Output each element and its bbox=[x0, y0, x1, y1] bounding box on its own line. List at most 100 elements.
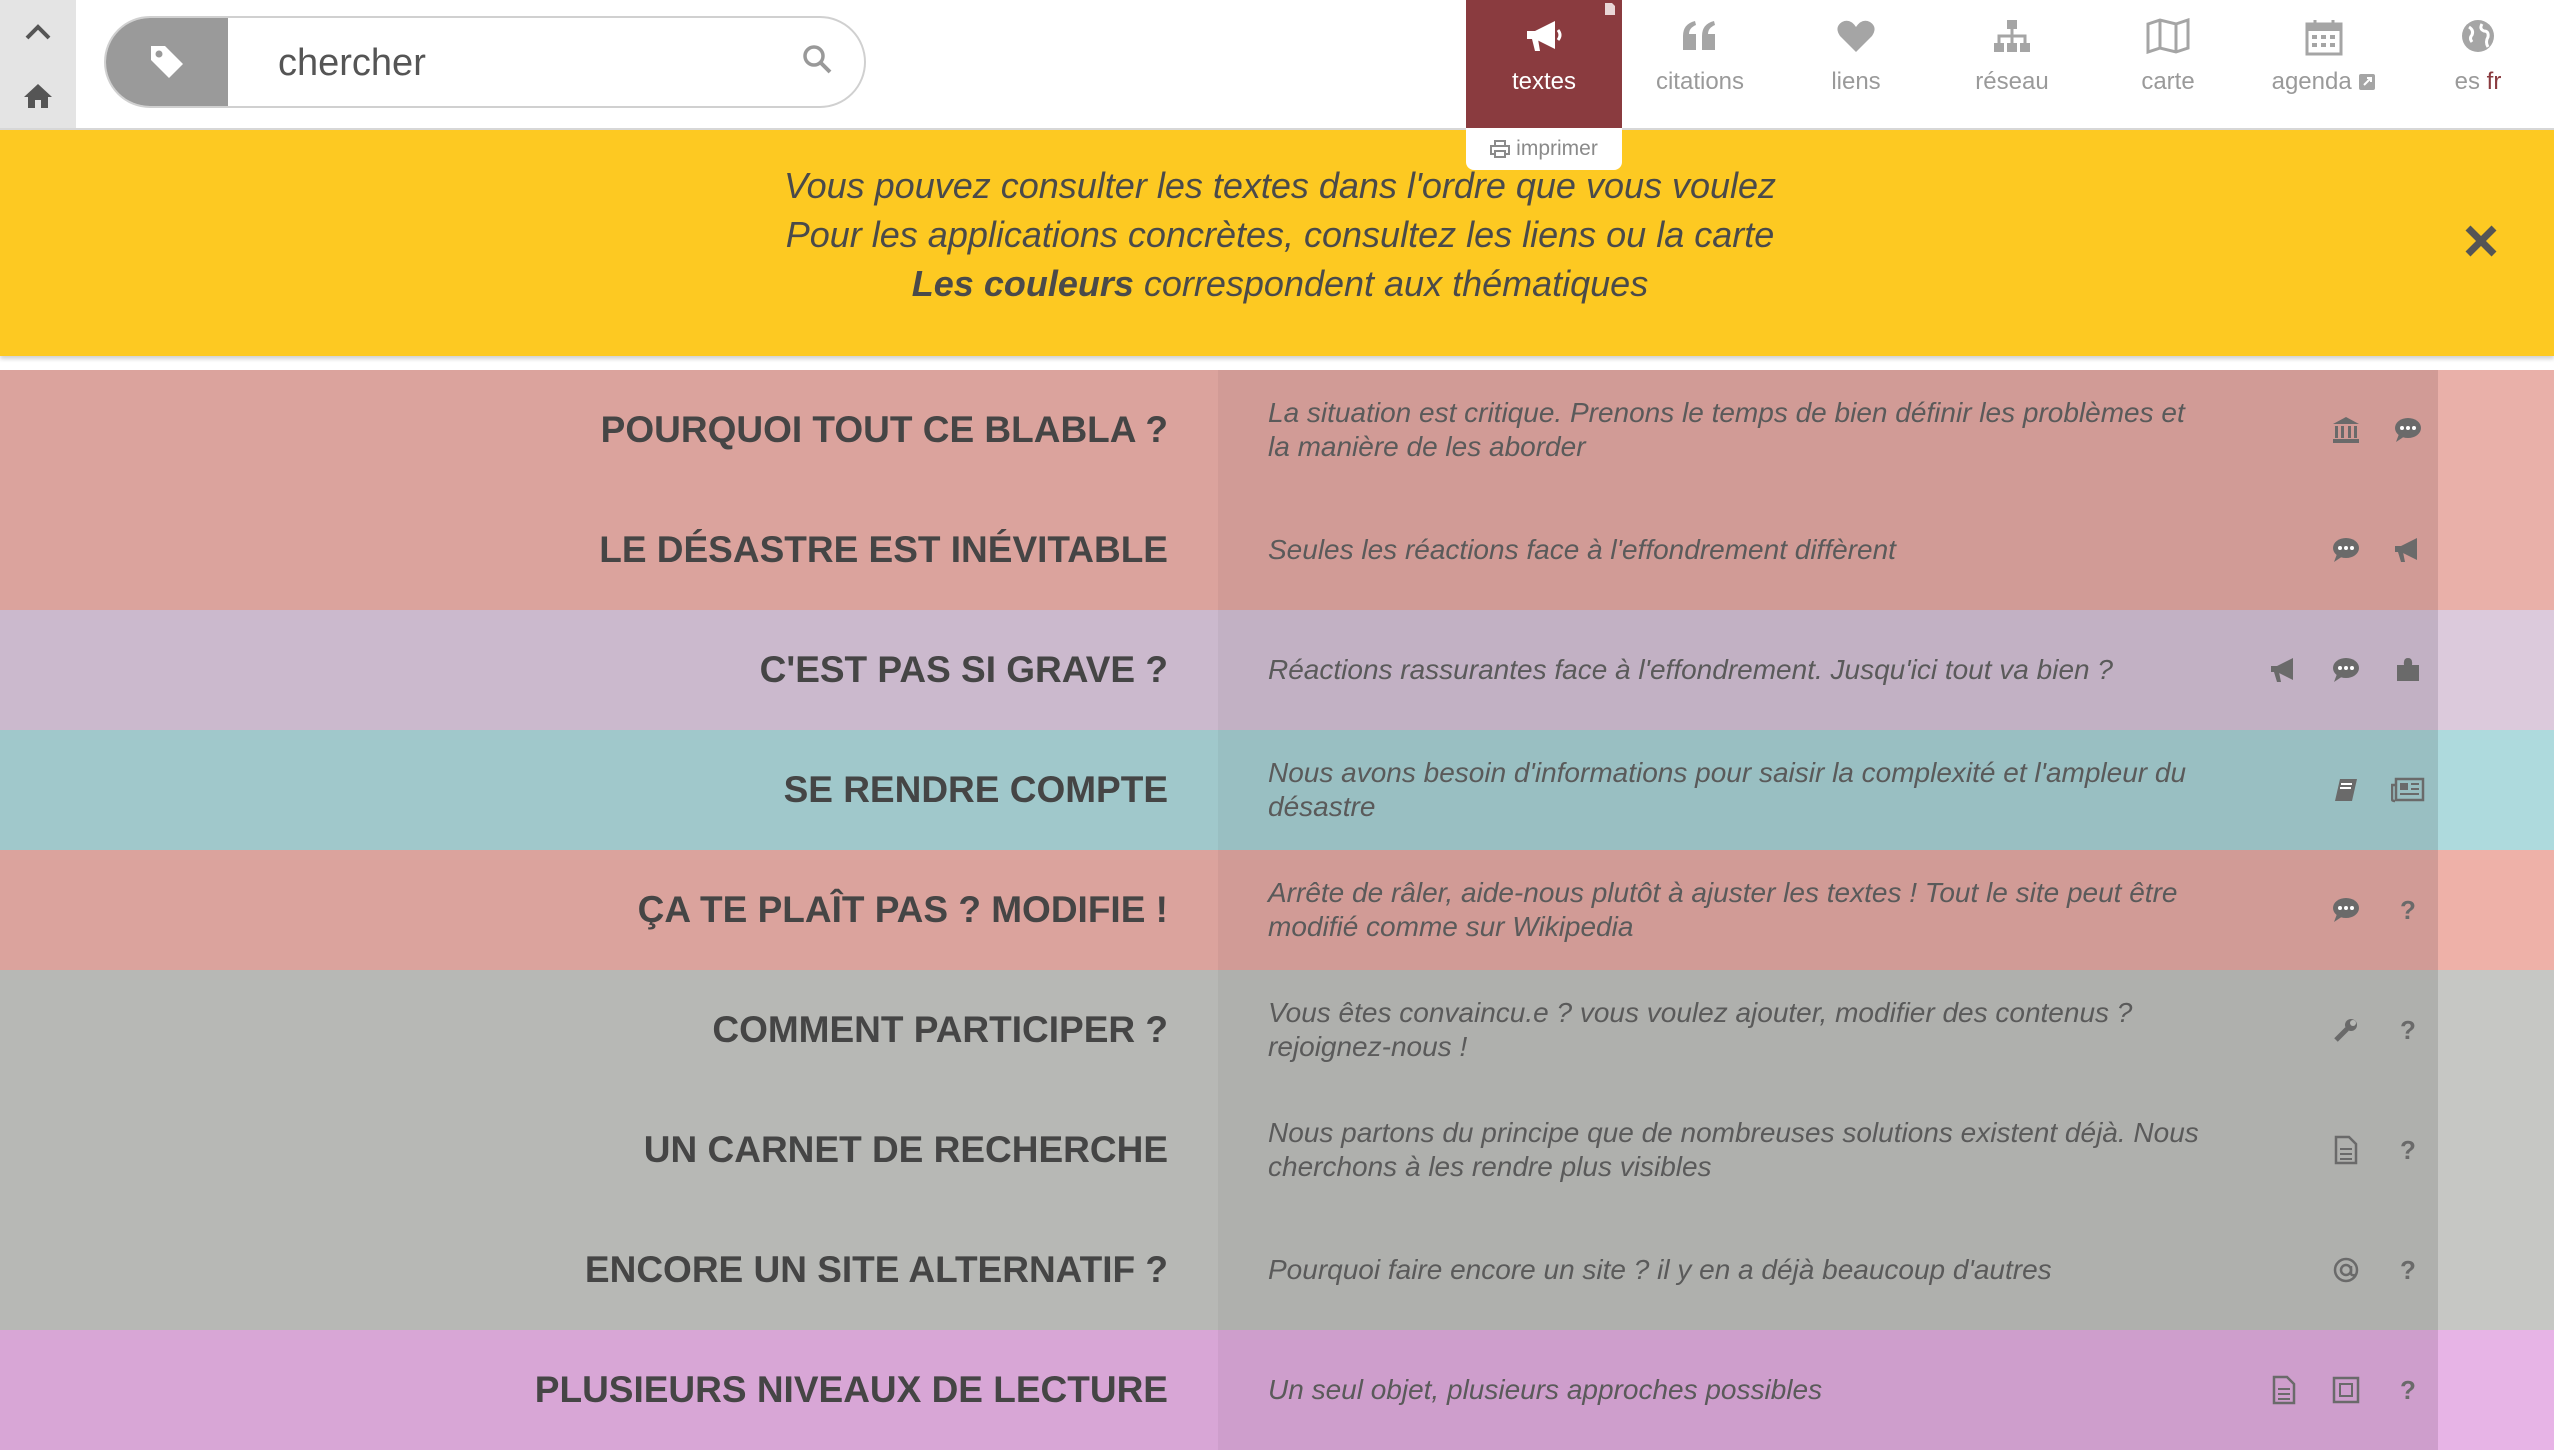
globe-icon bbox=[2460, 18, 2496, 61]
list-item[interactable]: ÇA TE PLAÎT PAS ? MODIFIE ! Arrête de râl… bbox=[0, 850, 2554, 970]
search-input[interactable] bbox=[276, 28, 760, 98]
question-icon[interactable]: ? bbox=[2390, 1132, 2426, 1168]
question-icon[interactable]: ? bbox=[2390, 892, 2426, 928]
list-item-description: Nous partons du principe que de nombreus… bbox=[1268, 1117, 2199, 1182]
language-switch: es fr bbox=[2402, 68, 2554, 96]
nav-reseau[interactable]: réseau bbox=[1934, 0, 2090, 128]
document-icon[interactable] bbox=[2266, 1372, 2302, 1408]
nav-label: réseau bbox=[1975, 68, 2049, 95]
list-item-icons: ? bbox=[2328, 1090, 2426, 1210]
list-item[interactable]: LE DÉSASTRE EST INÉVITABLE Seules les réa… bbox=[0, 490, 2554, 610]
scroll-up-button[interactable] bbox=[0, 0, 76, 64]
banner-line-1: Vous pouvez consulter les textes dans l'… bbox=[783, 165, 1777, 206]
list-item-title[interactable]: LE DÉSASTRE EST INÉVITABLE bbox=[599, 490, 1168, 610]
question-icon[interactable]: ? bbox=[2390, 1372, 2426, 1408]
external-link-icon bbox=[2359, 74, 2376, 90]
list-item-icons bbox=[2266, 610, 2426, 730]
heart-icon bbox=[1836, 18, 1876, 61]
megaphone-icon[interactable] bbox=[2390, 532, 2426, 568]
banner-line-2: Pour les applications concrètes, consult… bbox=[785, 214, 1775, 255]
nav-label: liens bbox=[1831, 68, 1881, 95]
nav-textes[interactable]: textes bbox=[1466, 0, 1622, 128]
list-item-icons: ? bbox=[2328, 1210, 2426, 1330]
page-corner-icon bbox=[1605, 3, 1615, 15]
list-item[interactable]: C'EST PAS SI GRAVE ? Réactions rassurante… bbox=[0, 610, 2554, 730]
list-item-description: Pourquoi faire encore un site ? il y en … bbox=[1268, 1254, 2052, 1285]
search-button[interactable] bbox=[800, 42, 840, 82]
nav-citations[interactable]: citations bbox=[1622, 0, 1778, 128]
question-icon[interactable]: ? bbox=[2390, 1012, 2426, 1048]
comment-icon[interactable] bbox=[2390, 412, 2426, 448]
banner-line-3-bold: Les couleurs bbox=[911, 263, 1134, 304]
nav-carte[interactable]: carte bbox=[2090, 0, 2246, 128]
banner-line-3-rest: correspondent aux thématiques bbox=[1133, 263, 1649, 304]
calendar-icon bbox=[2305, 18, 2343, 63]
banner-line-3: Les couleurs correspondent aux thématiqu… bbox=[0, 263, 2554, 305]
list-item-title[interactable]: POURQUOI TOUT CE BLABLA ? bbox=[601, 370, 1168, 490]
list-item-description: Arrête de râler, aide-nous plutôt à ajus… bbox=[1268, 877, 2178, 942]
list-item[interactable]: COMMENT PARTICIPER ? Vous êtes convaincu.… bbox=[0, 970, 2554, 1090]
tag-icon bbox=[151, 46, 183, 78]
list-item-title[interactable]: COMMENT PARTICIPER ? bbox=[712, 970, 1168, 1090]
list-item-description: Seules les réactions face à l'effondreme… bbox=[1268, 534, 1896, 565]
top-bar: textes citations liens réseau carte agen… bbox=[0, 0, 2554, 130]
tag-filter-button[interactable] bbox=[106, 18, 228, 106]
nav-liens[interactable]: liens bbox=[1778, 0, 1934, 128]
nav-agenda-label-wrap: agenda bbox=[2246, 68, 2402, 96]
list-item[interactable]: UN CARNET DE RECHERCHE Nous partons du pr… bbox=[0, 1090, 2554, 1210]
nav-label: citations bbox=[1655, 68, 1745, 95]
list-item-title[interactable]: UN CARNET DE RECHERCHE bbox=[644, 1090, 1168, 1210]
home-button[interactable] bbox=[0, 64, 76, 128]
comment-icon[interactable] bbox=[2328, 652, 2364, 688]
document-icon[interactable] bbox=[2328, 1132, 2364, 1168]
list-item-description: Un seul objet, plusieurs approches possi… bbox=[1268, 1374, 1823, 1405]
print-label: imprimer bbox=[1516, 137, 1598, 160]
comment-icon[interactable] bbox=[2328, 892, 2364, 928]
list-item[interactable]: SE RENDRE COMPTE Nous avons besoin d'info… bbox=[0, 730, 2554, 850]
home-icon bbox=[24, 84, 52, 108]
book-icon[interactable] bbox=[2328, 772, 2364, 808]
list-item-title[interactable]: ENCORE UN SITE ALTERNATIF ? bbox=[585, 1210, 1168, 1330]
list-item-title[interactable]: C'EST PAS SI GRAVE ? bbox=[760, 610, 1168, 730]
at-icon[interactable] bbox=[2328, 1252, 2364, 1288]
map-icon bbox=[2146, 17, 2190, 61]
list-item-description: Réactions rassurantes face à l'effondrem… bbox=[1268, 654, 2113, 685]
nav-language[interactable]: es fr bbox=[2402, 0, 2554, 128]
list-item-icons: ? bbox=[2266, 1330, 2426, 1450]
list-item-description: Nous avons besoin d'informations pour sa… bbox=[1268, 757, 2187, 822]
frame-icon[interactable] bbox=[2328, 1372, 2364, 1408]
list-item-icons bbox=[2328, 730, 2426, 850]
newspaper-icon[interactable] bbox=[2390, 772, 2426, 808]
list-item[interactable]: PLUSIEURS NIVEAUX DE LECTURE Un seul obje… bbox=[0, 1330, 2554, 1450]
list-item-title[interactable]: SE RENDRE COMPTE bbox=[784, 730, 1168, 850]
printer-icon bbox=[1490, 140, 1511, 158]
close-banner-button[interactable] bbox=[2462, 222, 2500, 260]
lang-option-es[interactable]: es bbox=[2455, 68, 2480, 95]
left-controls bbox=[0, 0, 76, 128]
chevron-up-icon bbox=[25, 24, 51, 40]
close-icon bbox=[2465, 225, 2497, 257]
list-item-icons: ? bbox=[2328, 850, 2426, 970]
comment-icon[interactable] bbox=[2328, 532, 2364, 568]
question-icon[interactable]: ? bbox=[2390, 1252, 2426, 1288]
megaphone-icon[interactable] bbox=[2266, 652, 2302, 688]
quote-icon bbox=[1680, 18, 1720, 59]
bank-icon[interactable] bbox=[2328, 412, 2364, 448]
print-button[interactable]: imprimer bbox=[1466, 128, 1622, 170]
search-box bbox=[104, 16, 866, 108]
list-item[interactable]: ENCORE UN SITE ALTERNATIF ? Pourquoi fair… bbox=[0, 1210, 2554, 1330]
list-item[interactable]: POURQUOI TOUT CE BLABLA ? La situation es… bbox=[0, 370, 2554, 490]
list-item-title[interactable]: ÇA TE PLAÎT PAS ? MODIFIE ! bbox=[638, 850, 1168, 970]
list-item-icons bbox=[2328, 490, 2426, 610]
wrench-icon[interactable] bbox=[2328, 1012, 2364, 1048]
list-item-description: Vous êtes convaincu.e ? vous voulez ajou… bbox=[1268, 997, 2133, 1062]
info-banner: Vous pouvez consulter les textes dans l'… bbox=[0, 130, 2554, 356]
megaphone-icon bbox=[1523, 18, 1565, 61]
list-item-description: La situation est critique. Prenons le te… bbox=[1268, 397, 2185, 462]
puzzle-icon[interactable] bbox=[2390, 652, 2426, 688]
list-item-title[interactable]: PLUSIEURS NIVEAUX DE LECTURE bbox=[535, 1330, 1168, 1450]
nav-agenda[interactable]: agenda bbox=[2246, 0, 2402, 128]
lang-option-fr[interactable]: fr bbox=[2487, 68, 2502, 95]
list-item-icons bbox=[2328, 370, 2426, 490]
list-item-icons: ? bbox=[2328, 970, 2426, 1090]
